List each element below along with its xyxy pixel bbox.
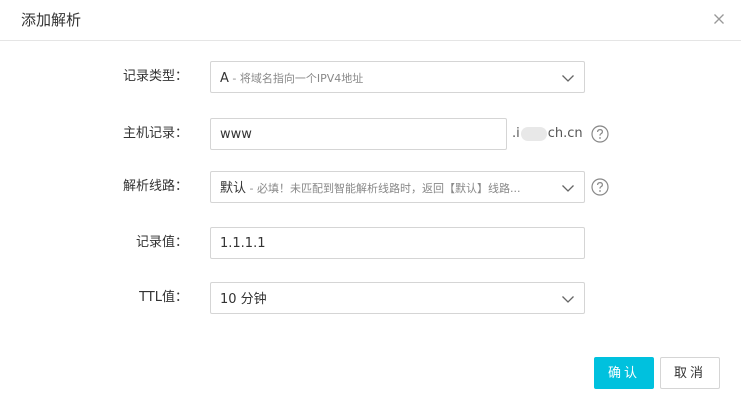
line-desc: - 必填！未匹配到智能解析线路时，返回【默认】线路... — [246, 182, 521, 195]
record-type-select[interactable]: A - 将域名指向一个IPV4地址 — [210, 61, 585, 93]
close-icon[interactable] — [711, 11, 727, 27]
host-record-row: 主机记录： .i ch.cn — [0, 118, 741, 150]
domain-suffix-end: ch.cn — [547, 126, 583, 141]
ttl-value-wrap: 10 分钟 — [220, 283, 550, 313]
ttl-label: TTL值： — [139, 290, 188, 305]
record-type-main: A — [220, 71, 229, 86]
record-type-desc: - 将域名指向一个IPV4地址 — [228, 72, 364, 85]
line-row: 解析线路： 默认 - 必填！未匹配到智能解析线路时，返回【默认】线路... — [0, 171, 741, 203]
chevron-down-icon — [561, 292, 575, 306]
line-value: 默认 - 必填！未匹配到智能解析线路时，返回【默认】线路... — [220, 172, 550, 202]
host-record-help-icon[interactable] — [591, 125, 609, 143]
host-record-input[interactable] — [210, 118, 507, 150]
domain-suffix: .i ch.cn — [512, 118, 583, 150]
domain-suffix-start: .i — [512, 126, 520, 141]
host-record-label: 主机记录： — [122, 126, 188, 141]
redacted-mask — [520, 126, 547, 141]
record-value-row: 记录值： — [0, 227, 741, 259]
line-help-icon[interactable] — [591, 178, 609, 196]
chevron-down-icon — [561, 71, 575, 85]
dialog-header: 添加解析 — [0, 0, 741, 41]
record-type-value: A - 将域名指向一个IPV4地址 — [220, 62, 550, 92]
cancel-button[interactable]: 取消 — [660, 357, 720, 389]
record-type-label: 记录类型： — [122, 69, 188, 84]
add-record-dialog: 添加解析 记录类型： A - 将域名指向一个IPV4地址 主机记录： .i ch.… — [0, 0, 741, 403]
line-label: 解析线路： — [122, 179, 188, 194]
record-type-row: 记录类型： A - 将域名指向一个IPV4地址 — [0, 61, 741, 93]
line-main: 默认 — [220, 181, 247, 196]
confirm-button[interactable]: 确认 — [594, 357, 654, 389]
ttl-row: TTL值： 10 分钟 — [0, 282, 741, 314]
chevron-down-icon — [561, 181, 575, 195]
record-value-label: 记录值： — [135, 235, 188, 250]
dialog-title: 添加解析 — [21, 11, 82, 29]
ttl-value: 10 分钟 — [220, 292, 267, 307]
record-value-input[interactable] — [210, 227, 585, 259]
line-select[interactable]: 默认 - 必填！未匹配到智能解析线路时，返回【默认】线路... — [210, 171, 585, 203]
ttl-select[interactable]: 10 分钟 — [210, 282, 585, 314]
